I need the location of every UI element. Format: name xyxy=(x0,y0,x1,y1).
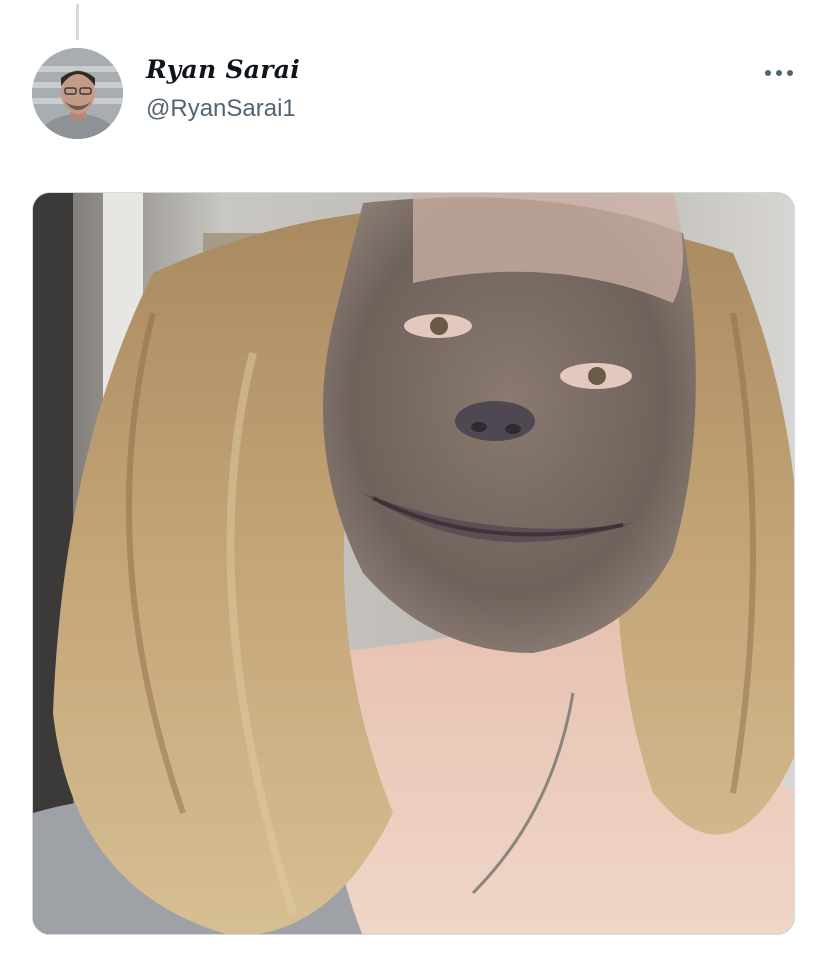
tweet: Ryan Sarai @RyanSarai1 xyxy=(0,0,827,959)
more-options-button[interactable] xyxy=(756,56,802,90)
attached-photo-icon xyxy=(33,193,794,934)
author-avatar[interactable] xyxy=(32,48,123,139)
author-display-name[interactable]: Ryan Sarai xyxy=(146,55,300,84)
thread-connector-line xyxy=(76,4,79,40)
avatar-photo-icon xyxy=(32,48,123,139)
more-horizontal-icon xyxy=(765,70,793,76)
author-handle[interactable]: @RyanSarai1 xyxy=(146,95,296,123)
tweet-media-photo[interactable] xyxy=(32,192,795,935)
